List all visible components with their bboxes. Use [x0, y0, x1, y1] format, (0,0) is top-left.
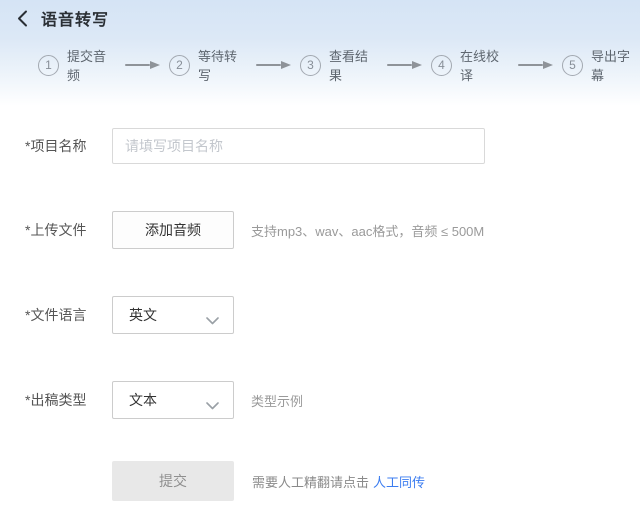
step-label: 查看结果: [329, 49, 369, 83]
step-number-badge: 2: [169, 54, 190, 76]
add-audio-button[interactable]: 添加音频: [112, 211, 234, 249]
output-type-label: *出稿类型: [25, 392, 87, 408]
step-label: 在线校译: [460, 49, 500, 83]
step-item-submit-audio: 1 提交音频: [38, 46, 116, 84]
step-label: 导出字幕: [591, 49, 631, 83]
chevron-left-icon: [17, 10, 28, 27]
upload-file-label: *上传文件: [25, 222, 87, 238]
arrow-right-icon: [387, 61, 422, 69]
arrow-right-icon: [256, 61, 291, 69]
step-number-badge: 3: [300, 54, 321, 76]
back-button[interactable]: [12, 7, 32, 29]
step-number-badge: 4: [431, 54, 452, 76]
chevron-down-icon: [206, 397, 219, 413]
step-number-badge: 1: [38, 54, 59, 76]
human-interpretation-link[interactable]: 人工同传: [373, 475, 425, 490]
step-item-wait-transcribe: 2 等待转写: [169, 46, 247, 84]
file-language-label: *文件语言: [25, 307, 87, 323]
upload-format-hint: 支持mp3、wav、aac格式，音频 ≤ 500M: [251, 223, 485, 239]
page-title: 语音转写: [41, 12, 110, 29]
page-header: 语音转写: [12, 6, 109, 30]
project-name-label: *项目名称: [25, 138, 87, 154]
step-wizard: 1 提交音频 2 等待转写 3 查看结果 4 在线校译 5 导出字幕: [38, 46, 640, 84]
output-type-selected-value: 文本: [129, 392, 157, 408]
output-type-row: *出稿类型 文本 类型示例: [25, 381, 303, 419]
step-label: 等待转写: [198, 49, 238, 83]
step-number-badge: 5: [562, 54, 583, 76]
type-example-link[interactable]: 类型示例: [251, 391, 303, 410]
file-language-select[interactable]: 英文: [112, 296, 234, 334]
output-type-select[interactable]: 文本: [112, 381, 234, 419]
file-language-selected-value: 英文: [129, 307, 157, 323]
step-item-view-result: 3 查看结果: [300, 46, 378, 84]
step-item-export-subtitle: 5 导出字幕: [562, 46, 640, 84]
human-translation-note: 需要人工精翻请点击 人工同传: [252, 472, 425, 491]
arrow-right-icon: [125, 61, 160, 69]
step-label: 提交音频: [67, 49, 107, 83]
upload-file-row: *上传文件 添加音频 支持mp3、wav、aac格式，音频 ≤ 500M: [25, 211, 484, 249]
chevron-down-icon: [206, 312, 219, 328]
submit-button[interactable]: 提交: [112, 461, 234, 501]
submit-row: 提交 需要人工精翻请点击 人工同传: [25, 461, 425, 501]
project-name-row: *项目名称: [25, 128, 485, 164]
human-translation-note-text: 需要人工精翻请点击: [252, 474, 370, 490]
voice-transcription-page: 语音转写 1 提交音频 2 等待转写 3 查看结果 4 在线校译 5 导出字幕 …: [0, 0, 640, 508]
file-language-row: *文件语言 英文: [25, 296, 234, 334]
arrow-right-icon: [518, 61, 553, 69]
step-item-online-proofread: 4 在线校译: [431, 46, 509, 84]
project-name-input[interactable]: [112, 128, 485, 164]
